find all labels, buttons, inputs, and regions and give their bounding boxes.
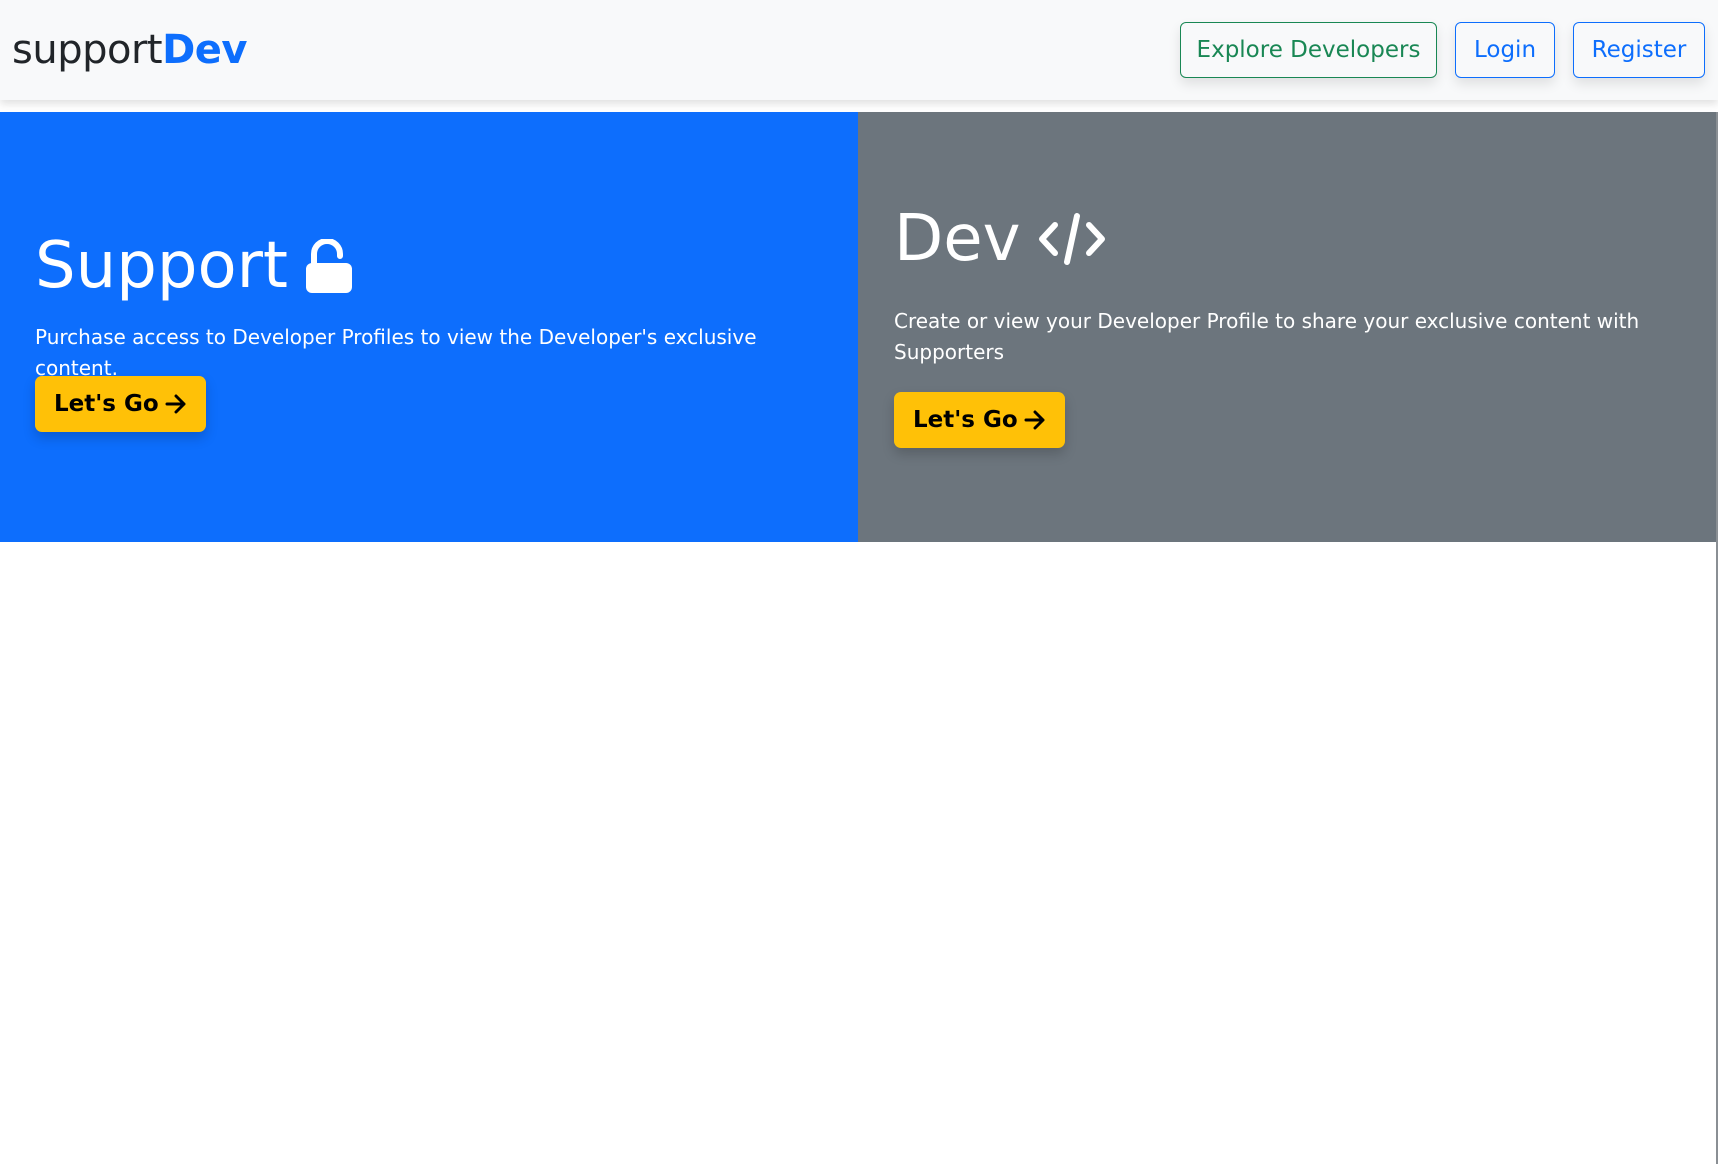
arrow-right-icon bbox=[1024, 410, 1046, 430]
dev-lets-go-label: Let's Go bbox=[913, 407, 1018, 433]
register-button[interactable]: Register bbox=[1573, 22, 1705, 78]
dev-description: Create or view your Developer Profile to… bbox=[894, 309, 1640, 364]
brand-logo-link[interactable]: supportDev bbox=[12, 24, 247, 76]
support-description: Purchase access to Developer Profiles to… bbox=[35, 325, 757, 380]
unlock-icon bbox=[306, 239, 352, 293]
page: supportDev Explore Developers Login Regi… bbox=[0, 0, 1718, 1164]
support-lets-go-button[interactable]: Let's Go bbox=[35, 376, 206, 432]
support-panel: Support Purchase access to Developer Pro… bbox=[0, 112, 858, 542]
dev-panel: Dev Create or view your Developer Profil… bbox=[858, 112, 1718, 542]
dev-lets-go-button[interactable]: Let's Go bbox=[894, 392, 1065, 448]
support-title: Support bbox=[35, 228, 352, 304]
code-icon bbox=[1038, 213, 1105, 265]
support-lets-go-label: Let's Go bbox=[54, 391, 159, 417]
brand-accent: Dev bbox=[162, 27, 247, 73]
arrow-right-icon bbox=[165, 394, 187, 414]
support-title-text: Support bbox=[35, 229, 288, 303]
dev-title-text: Dev bbox=[894, 202, 1021, 276]
dev-title: Dev bbox=[894, 201, 1105, 277]
brand-prefix: support bbox=[12, 27, 163, 73]
navbar: supportDev Explore Developers Login Regi… bbox=[0, 0, 1718, 100]
login-button[interactable]: Login bbox=[1455, 22, 1555, 78]
explore-developers-button[interactable]: Explore Developers bbox=[1180, 22, 1437, 78]
